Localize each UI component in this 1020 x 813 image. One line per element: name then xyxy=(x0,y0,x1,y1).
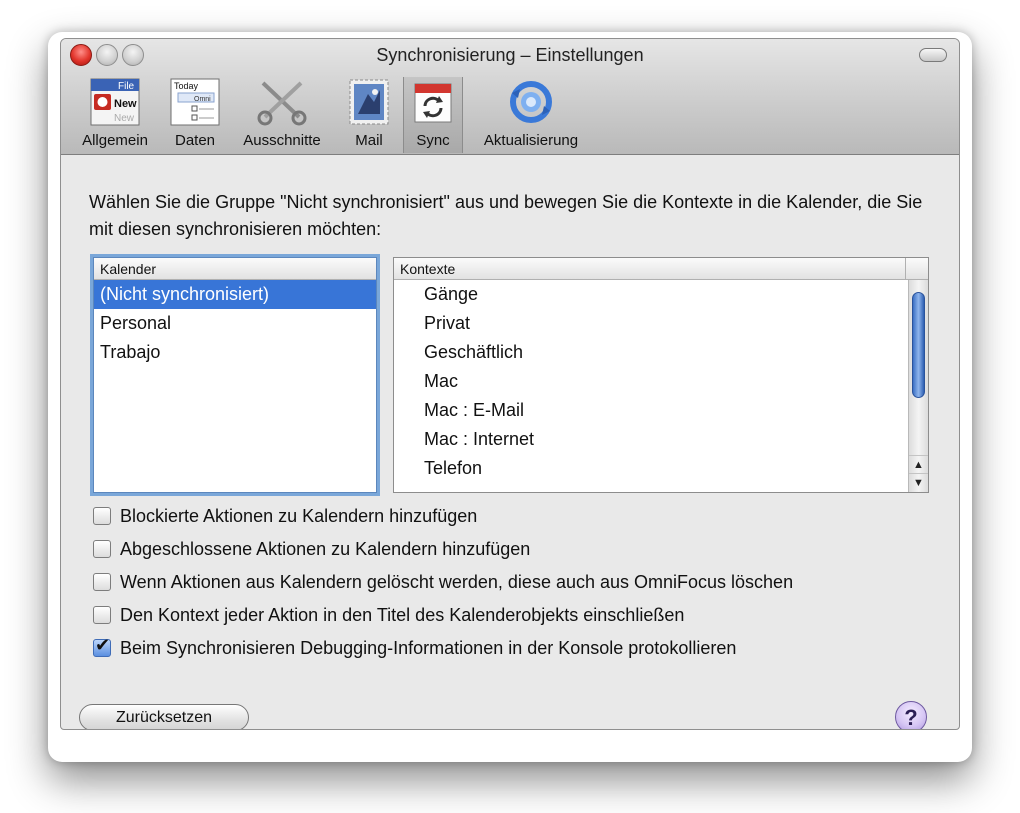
instruction-text: Wählen Sie die Gruppe "Nicht synchronisi… xyxy=(89,192,923,239)
checkbox-checked[interactable] xyxy=(93,635,111,657)
tab-label: Sync xyxy=(416,132,450,149)
toolbar-toggle-button[interactable] xyxy=(919,48,947,62)
tab-label: Allgemein xyxy=(82,132,148,149)
kontexte-list[interactable]: Kontexte Gänge Privat Geschäftlich Mac M… xyxy=(393,257,929,493)
kalender-list[interactable]: Kalender (Nicht synchronisiert) Personal… xyxy=(93,257,377,493)
data-outline-icon: Today Omni xyxy=(163,77,227,127)
list-item[interactable]: Personal xyxy=(94,309,376,338)
svg-text:New: New xyxy=(114,98,137,110)
option-label: Abgeschlossene Aktionen zu Kalendern hin… xyxy=(120,538,531,559)
svg-text:File: File xyxy=(118,81,135,92)
calendar-sync-icon xyxy=(404,77,462,127)
list-item[interactable]: Telefon xyxy=(394,454,928,483)
scrollbar-thumb[interactable] xyxy=(912,292,925,398)
checkbox[interactable] xyxy=(93,540,111,558)
option-loeschen[interactable]: Wenn Aktionen aus Kalendern gelöscht wer… xyxy=(93,569,793,595)
kontexte-header-label: Kontexte xyxy=(400,261,456,277)
list-item[interactable]: Mac : E-Mail xyxy=(394,396,928,425)
tab-label: Ausschnitte xyxy=(243,132,321,149)
tab-aktualisierung[interactable]: Aktualisierung xyxy=(471,77,591,153)
svg-text:Omni: Omni xyxy=(194,96,211,103)
option-label: Wenn Aktionen aus Kalendern gelöscht wer… xyxy=(120,571,794,592)
window-title: Synchronisierung – Einstellungen xyxy=(376,45,644,65)
checkbox[interactable] xyxy=(93,573,111,591)
kontexte-column-header[interactable]: Kontexte xyxy=(394,258,928,280)
scroll-up-arrow-icon[interactable]: ▲ xyxy=(909,455,928,474)
preferences-window: Synchronisierung – Einstellungen File Ne… xyxy=(60,38,960,730)
tab-allgemein[interactable]: File New New Allgemein xyxy=(73,77,157,153)
tab-ausschnitte[interactable]: Ausschnitte xyxy=(233,77,331,153)
tab-daten[interactable]: Today Omni Daten xyxy=(163,77,227,153)
option-kontext-titel[interactable]: Den Kontext jeder Aktion in den Titel de… xyxy=(93,602,684,628)
svg-text:Today: Today xyxy=(174,81,199,91)
list-item[interactable]: Trabajo xyxy=(94,338,376,367)
list-item[interactable]: Gänge xyxy=(394,280,928,309)
column-corner xyxy=(905,258,928,279)
list-item[interactable]: Mac xyxy=(394,367,928,396)
list-item[interactable]: (Nicht synchronisiert) xyxy=(94,280,376,309)
option-abgeschlossene[interactable]: Abgeschlossene Aktionen zu Kalendern hin… xyxy=(93,536,530,562)
list-item[interactable]: Mac : Internet xyxy=(394,425,928,454)
tab-mail[interactable]: Mail xyxy=(339,77,399,153)
title-bar: Synchronisierung – Einstellungen File Ne… xyxy=(61,39,959,155)
option-label: Beim Synchronisieren Debugging-Informati… xyxy=(120,637,737,658)
option-blockierte[interactable]: Blockierte Aktionen zu Kalendern hinzufü… xyxy=(93,503,477,529)
list-item[interactable]: Geschäftlich xyxy=(394,338,928,367)
mail-stamp-icon xyxy=(339,77,399,127)
kontexte-scrollbar[interactable]: ▲ ▼ xyxy=(908,280,928,492)
tab-label: Aktualisierung xyxy=(483,132,579,149)
option-debugging[interactable]: Beim Synchronisieren Debugging-Informati… xyxy=(93,635,736,661)
tab-label: Mail xyxy=(355,132,383,149)
kontexte-rows: Gänge Privat Geschäftlich Mac Mac : E-Ma… xyxy=(394,280,928,483)
tab-sync[interactable]: Sync xyxy=(403,77,463,153)
help-button[interactable]: ? xyxy=(895,701,927,729)
option-label: Blockierte Aktionen zu Kalendern hinzufü… xyxy=(120,505,478,526)
tab-label: Daten xyxy=(174,132,216,149)
reset-button[interactable]: Zurücksetzen xyxy=(79,704,249,729)
checkbox[interactable] xyxy=(93,507,111,525)
kalender-column-header[interactable]: Kalender xyxy=(94,258,376,280)
checkbox[interactable] xyxy=(93,606,111,624)
preferences-general-icon: File New New xyxy=(73,77,157,127)
svg-text:New: New xyxy=(114,113,135,124)
list-item[interactable]: Privat xyxy=(394,309,928,338)
sync-pane: Wählen Sie die Gruppe "Nicht synchronisi… xyxy=(61,155,959,729)
option-label: Den Kontext jeder Aktion in den Titel de… xyxy=(120,604,685,625)
scroll-down-arrow-icon[interactable]: ▼ xyxy=(909,473,928,492)
scissors-icon xyxy=(233,77,331,127)
software-update-icon xyxy=(471,77,591,127)
